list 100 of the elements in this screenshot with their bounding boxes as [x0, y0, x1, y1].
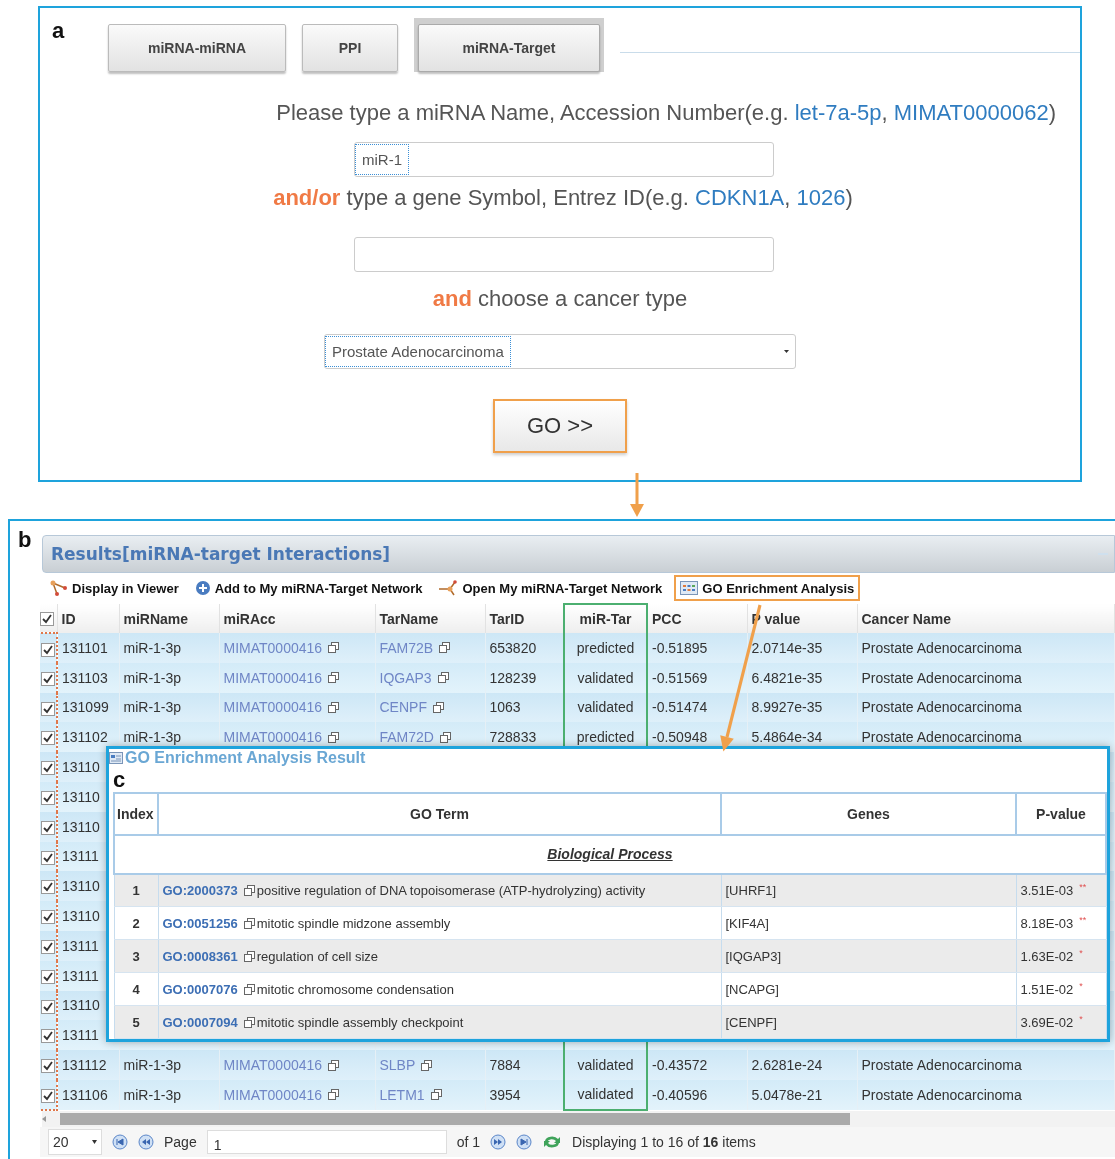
external-link-icon[interactable]	[328, 1089, 340, 1101]
column-header[interactable]: miRName	[119, 604, 219, 633]
external-link-icon[interactable]	[439, 642, 451, 654]
caret-icon	[92, 1139, 97, 1144]
checkbox[interactable]	[41, 671, 55, 686]
column-header[interactable]: ID	[57, 604, 119, 633]
external-link-icon[interactable]	[328, 672, 340, 684]
go-term-name: mitotic spindle assembly checkpoint	[256, 1014, 464, 1030]
toolbar-button[interactable]: Display in Viewer	[46, 575, 183, 601]
example-link[interactable]: 1026	[796, 185, 846, 210]
first-page-icon[interactable]	[112, 1133, 128, 1150]
checkbox[interactable]	[41, 999, 55, 1014]
table-cell: [UHRF1]	[721, 873, 1016, 907]
scroll-left-icon[interactable]	[42, 1115, 46, 1122]
page-size-select[interactable]: 20	[48, 1128, 102, 1155]
checkbox[interactable]	[41, 880, 55, 895]
column-header[interactable]: miR-Tar	[564, 604, 647, 633]
p-value: 8.18E-03	[1020, 916, 1074, 932]
external-link-icon[interactable]	[439, 731, 451, 743]
external-link-icon[interactable]	[328, 702, 340, 713]
significance-mark: *	[1079, 1013, 1083, 1024]
checkbox[interactable]	[41, 1059, 55, 1074]
caret-icon	[784, 349, 789, 354]
category-heading: Biological Process	[547, 846, 673, 862]
checkbox[interactable]	[41, 1029, 55, 1044]
checkbox[interactable]	[41, 940, 55, 954]
checkbox[interactable]	[41, 850, 55, 865]
table-icon	[680, 581, 699, 595]
example-link[interactable]: let-7a-5p	[794, 100, 882, 125]
column-header[interactable]: miRAcc	[219, 604, 375, 633]
table-cell: 653820	[485, 633, 564, 663]
page-label: Page	[164, 1133, 197, 1150]
external-link-icon[interactable]	[243, 917, 255, 929]
checkbox[interactable]	[40, 612, 54, 627]
column-header[interactable]: Cancer Name	[857, 604, 1114, 633]
toolbar-button[interactable]: GO Enrichment Analysis	[674, 575, 861, 601]
column-header: Genes	[721, 792, 1016, 835]
next-page-icon[interactable]	[490, 1133, 507, 1150]
tab[interactable]: miRNA-Target	[418, 24, 600, 72]
checkbox[interactable]	[41, 791, 55, 806]
external-link-icon[interactable]	[430, 1089, 442, 1101]
table-cell: 2	[114, 906, 158, 940]
p-value: 1.63E-02	[1020, 949, 1074, 965]
prompt-text: and choose a cancer type	[432, 286, 688, 312]
external-link-icon[interactable]	[421, 1059, 433, 1071]
table-cell: 131112	[57, 1050, 119, 1080]
external-link-icon[interactable]	[243, 884, 255, 896]
column-header: P-value	[1016, 792, 1106, 835]
results-title: Results[miRNA-target Interactions]	[51, 544, 391, 564]
cancer-type-select[interactable]: Prostate Adenocarcinoma	[324, 334, 796, 369]
table-cell: miR-1-3p	[119, 662, 219, 693]
external-link-icon[interactable]	[432, 702, 444, 713]
external-link-icon[interactable]	[328, 731, 340, 743]
table-cell: [IQGAP3]	[721, 939, 1016, 973]
external-link-icon[interactable]	[328, 642, 340, 654]
example-link[interactable]: CDKN1A	[695, 185, 785, 210]
external-link-icon[interactable]	[243, 983, 255, 995]
external-link-icon[interactable]	[243, 1016, 255, 1028]
checkbox[interactable]	[41, 701, 55, 716]
external-link-icon[interactable]	[328, 1059, 340, 1071]
prompt-text: Please type a miRNA Name, Accession Number(e.g. let-7a-5p, MIMAT0000062)	[276, 100, 1056, 126]
toolbar-button[interactable]: Open My miRNA-Target Network	[434, 575, 667, 601]
checkbox[interactable]	[41, 761, 55, 776]
table-cell: Prostate Adenocarcinoma	[857, 1079, 1114, 1110]
previous-page-icon[interactable]	[138, 1133, 154, 1150]
tab[interactable]: PPI	[302, 24, 398, 72]
go-term-link[interactable]: GO:0007076	[162, 981, 238, 997]
tab[interactable]: miRNA-miRNA	[108, 24, 286, 72]
panel-label: b	[18, 527, 32, 552]
go-term-link[interactable]: GO:0051256	[162, 915, 238, 931]
column-header[interactable]: TarName	[375, 604, 485, 633]
checkbox[interactable]	[41, 642, 55, 657]
toolbar-button[interactable]: Add to My miRNA-Target Network	[190, 575, 427, 601]
last-page-icon[interactable]	[516, 1133, 533, 1150]
column-header: Index	[114, 792, 158, 835]
example-link[interactable]: MIMAT0000062	[893, 100, 1049, 125]
column-header[interactable]: PCC	[647, 604, 747, 633]
table-cell: 5	[114, 1005, 158, 1039]
page-input[interactable]: 1	[206, 1129, 447, 1154]
checkbox[interactable]	[41, 969, 55, 984]
window-icon	[109, 752, 123, 764]
external-link-icon[interactable]	[243, 950, 255, 962]
external-link-icon[interactable]	[437, 672, 449, 684]
table-cell: 3	[114, 939, 158, 973]
table-cell: Prostate Adenocarcinoma	[857, 662, 1114, 693]
go-button[interactable]: GO >>	[493, 399, 627, 453]
prompt-text: and/or type a gene Symbol, Entrez ID(e.g. CDKN1A, 1026)	[273, 185, 853, 211]
checkbox[interactable]	[41, 1088, 55, 1103]
scrollbar-thumb[interactable]	[60, 1112, 850, 1125]
column-header[interactable]: TarID	[485, 604, 564, 633]
input-field[interactable]: miR-1	[354, 142, 774, 177]
plus-icon	[194, 580, 211, 596]
go-term-link[interactable]: GO:2000373	[162, 882, 238, 898]
table-cell: 5.0478e-21	[747, 1079, 857, 1110]
checkbox[interactable]	[41, 910, 55, 925]
checkbox[interactable]	[41, 731, 55, 746]
go-term-link[interactable]: GO:0007094	[162, 1014, 238, 1030]
checkbox[interactable]	[41, 820, 55, 835]
input-field[interactable]	[354, 237, 774, 272]
go-term-link[interactable]: GO:0008361	[162, 948, 238, 964]
